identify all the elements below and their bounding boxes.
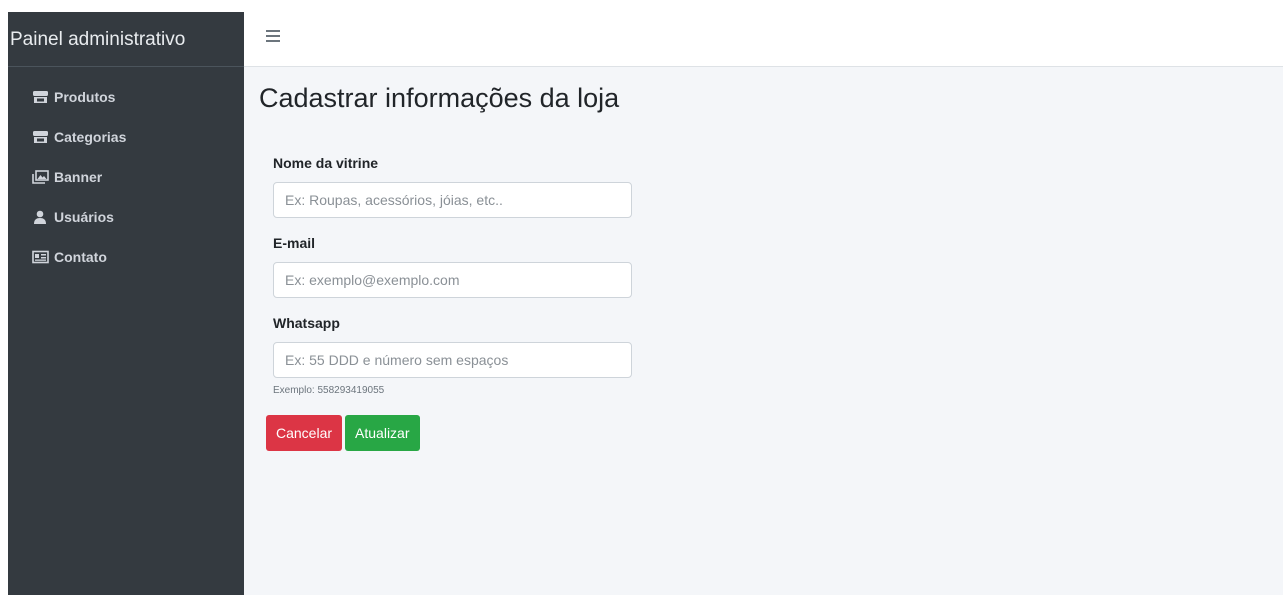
- email-group: E-mail: [273, 235, 632, 298]
- sidebar-nav: Produtos Categorias Banner Usuários Cont…: [8, 67, 244, 277]
- hamburger-menu-icon[interactable]: [266, 28, 280, 44]
- sidebar-item-label: Produtos: [54, 89, 116, 105]
- vitrine-label: Nome da vitrine: [273, 155, 379, 171]
- update-button[interactable]: Atualizar: [345, 415, 420, 451]
- sidebar-item-banner[interactable]: Banner: [8, 157, 244, 197]
- sidebar-item-label: Contato: [54, 249, 107, 265]
- store-icon: [32, 90, 50, 104]
- whatsapp-input[interactable]: [273, 342, 632, 378]
- main-content: Cadastrar informações da loja Nome da vi…: [244, 67, 1283, 595]
- whatsapp-help-text: Exemplo: 558293419055: [273, 385, 385, 396]
- whatsapp-group: Whatsapp Exemplo: 558293419055: [273, 315, 632, 396]
- store-info-form: Nome da vitrine E-mail Whatsapp Exemplo:…: [273, 155, 632, 413]
- sidebar: Painel administrativo Produtos Categoria…: [8, 12, 244, 595]
- brand-title[interactable]: Painel administrativo: [8, 12, 244, 67]
- vitrine-group: Nome da vitrine: [273, 155, 632, 218]
- sidebar-item-categorias[interactable]: Categorias: [8, 117, 244, 157]
- vitrine-input[interactable]: [273, 182, 632, 218]
- sidebar-item-label: Usuários: [54, 209, 114, 225]
- page-title: Cadastrar informações da loja: [259, 83, 620, 113]
- sidebar-item-usuarios[interactable]: Usuários: [8, 197, 244, 237]
- sidebar-item-produtos[interactable]: Produtos: [8, 77, 244, 117]
- email-label: E-mail: [273, 235, 316, 251]
- user-icon: [32, 210, 50, 224]
- whatsapp-label: Whatsapp: [273, 315, 340, 331]
- sidebar-item-contato[interactable]: Contato: [8, 237, 244, 277]
- sidebar-item-label: Categorias: [54, 129, 127, 145]
- cancel-button[interactable]: Cancelar: [266, 415, 343, 451]
- form-actions: Cancelar Atualizar: [266, 415, 420, 451]
- email-input[interactable]: [273, 262, 632, 298]
- image-icon: [32, 170, 50, 184]
- sidebar-item-label: Banner: [54, 169, 103, 185]
- contact-card-icon: [32, 250, 50, 264]
- store-icon: [32, 130, 50, 144]
- top-navbar: [244, 12, 1283, 67]
